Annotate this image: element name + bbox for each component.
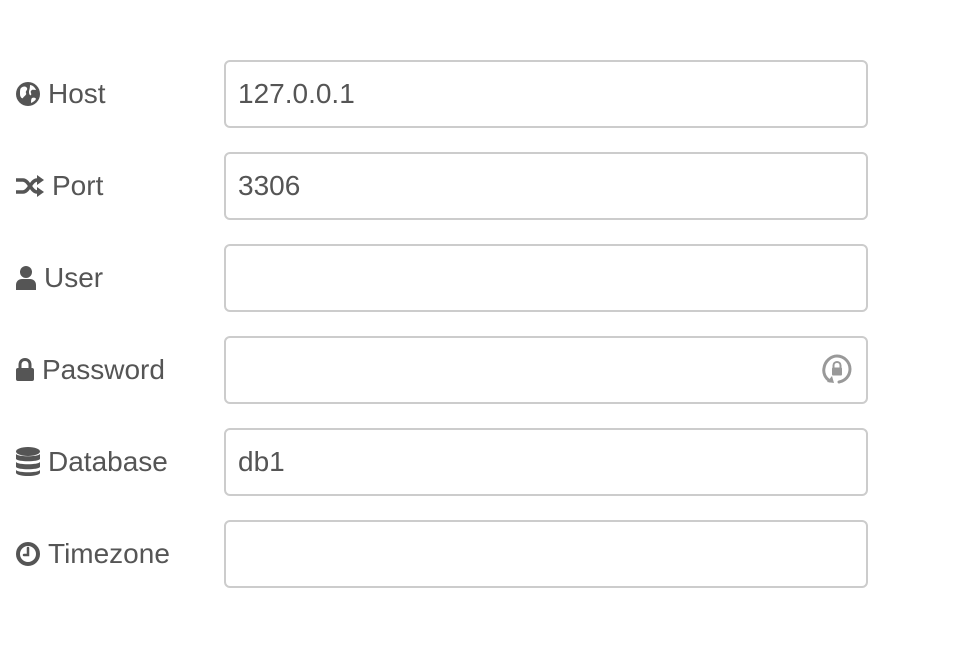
- port-row: Port: [0, 152, 962, 220]
- port-label: Port: [52, 170, 104, 201]
- password-input[interactable]: [226, 338, 866, 402]
- timezone-label: Timezone: [48, 538, 170, 569]
- port-label-group: Port: [16, 152, 103, 220]
- user-icon: [16, 266, 36, 290]
- host-field[interactable]: [224, 60, 868, 128]
- timezone-label-group: Timezone: [16, 520, 170, 588]
- globe-icon: [16, 82, 40, 106]
- lock-icon: [16, 358, 34, 382]
- database-label-group: Database: [16, 428, 168, 496]
- password-field[interactable]: [224, 336, 868, 404]
- host-row: Host: [0, 60, 962, 128]
- timezone-input[interactable]: [226, 522, 866, 586]
- timezone-field[interactable]: [224, 520, 868, 588]
- database-label: Database: [48, 446, 168, 477]
- port-input[interactable]: [226, 154, 866, 218]
- password-label: Password: [42, 354, 165, 385]
- database-icon: [16, 447, 40, 477]
- clock-icon: [16, 542, 40, 566]
- database-field[interactable]: [224, 428, 868, 496]
- host-label-group: Host: [16, 60, 106, 128]
- timezone-row: Timezone: [0, 520, 962, 588]
- user-row: User: [0, 244, 962, 312]
- password-row: Password: [0, 336, 962, 404]
- user-field[interactable]: [224, 244, 868, 312]
- database-input[interactable]: [226, 430, 866, 494]
- database-row: Database: [0, 428, 962, 496]
- host-label: Host: [48, 78, 106, 109]
- connection-form: Host Port: [0, 0, 962, 668]
- password-toggle-icon[interactable]: [822, 354, 852, 386]
- port-field[interactable]: [224, 152, 868, 220]
- host-input[interactable]: [226, 62, 866, 126]
- password-label-group: Password: [16, 336, 165, 404]
- user-label: User: [44, 262, 104, 293]
- user-label-group: User: [16, 244, 103, 312]
- user-input[interactable]: [226, 246, 866, 310]
- shuffle-icon: [16, 174, 44, 198]
